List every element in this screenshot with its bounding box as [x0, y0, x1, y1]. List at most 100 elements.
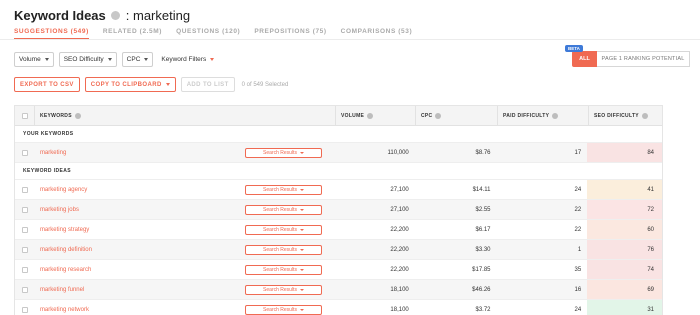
volume-cell: 22,200	[390, 246, 409, 253]
seo-difficulty-cell: 76	[587, 240, 662, 259]
row-checkbox-cell	[15, 306, 35, 313]
search-results-button[interactable]: Search Results	[245, 224, 322, 235]
info-icon[interactable]	[552, 112, 559, 119]
row-checkbox-cell	[15, 226, 35, 233]
tab-prepositions[interactable]: PREPOSITIONS (75)	[254, 28, 326, 39]
keyword-cell: marketing research Search Results	[35, 264, 335, 275]
filter-bar: Volume SEO Difficulty CPC Keyword Filter…	[14, 52, 215, 67]
seo-difficulty-cell: 60	[587, 220, 662, 239]
keyword-link[interactable]: marketing strategy	[40, 227, 89, 233]
keyword-link[interactable]: marketing network	[40, 307, 89, 313]
copy-clipboard-button[interactable]: COPY TO CLIPBOARD	[84, 77, 176, 92]
export-csv-button[interactable]: EXPORT TO CSV	[14, 77, 80, 92]
search-results-button[interactable]: Search Results	[245, 304, 322, 315]
row-checkbox-cell	[15, 186, 35, 193]
header-seo-difficulty[interactable]: SEO DIFFICULTY	[589, 106, 662, 125]
row-checkbox[interactable]	[21, 286, 28, 293]
keyword-link[interactable]: marketing jobs	[40, 207, 79, 213]
table-row: marketing Search Results 110,000 $8.76 1…	[15, 143, 662, 163]
row-checkbox[interactable]	[21, 186, 28, 193]
table-row: marketing jobs Search Results 27,100 $2.…	[15, 200, 662, 220]
row-checkbox[interactable]	[21, 149, 28, 156]
selection-count: 0 of 549 Selected	[241, 81, 289, 88]
seo-difficulty-filter-dropdown[interactable]: SEO Difficulty	[58, 52, 117, 67]
keyword-link[interactable]: marketing	[40, 150, 66, 156]
cpc-filter-label: CPC	[126, 56, 141, 63]
keyword-link[interactable]: marketing definition	[40, 247, 92, 253]
tab-related[interactable]: RELATED (2.5M)	[103, 28, 162, 39]
keyword-cell: marketing Search Results	[35, 147, 335, 158]
seo-difficulty-cell: 31	[587, 300, 662, 315]
paid-difficulty-cell: 16	[574, 286, 582, 293]
cpc-cell: $3.72	[475, 306, 491, 313]
keyword-cell: marketing funnel Search Results	[35, 284, 335, 295]
header-paid-difficulty[interactable]: PAID DIFFICULTY	[498, 106, 589, 125]
tab-suggestions[interactable]: SUGGESTIONS (549)	[14, 28, 89, 39]
keyword-link[interactable]: marketing research	[40, 267, 91, 273]
search-results-button[interactable]: Search Results	[245, 284, 322, 295]
info-icon[interactable]	[641, 112, 648, 119]
add-to-list-label: ADD TO LIST	[186, 81, 229, 88]
info-icon[interactable]	[367, 112, 374, 119]
volume-cell: 22,200	[390, 226, 409, 233]
tab-comparisons[interactable]: COMPARISONS (53)	[341, 28, 413, 39]
search-results-label: Search Results	[263, 266, 297, 273]
row-checkbox[interactable]	[21, 246, 28, 253]
keyword-cell: marketing strategy Search Results	[35, 224, 335, 235]
keyword-link[interactable]: marketing funnel	[40, 287, 84, 293]
keyword-filters-dropdown[interactable]: Keyword Filters	[161, 56, 215, 63]
search-results-button[interactable]: Search Results	[245, 184, 322, 195]
search-results-button[interactable]: Search Results	[245, 147, 322, 158]
header-volume[interactable]: VOLUME	[336, 106, 416, 125]
paid-difficulty-cell: 1	[577, 246, 582, 253]
seo-difficulty-cell: 84	[587, 143, 662, 162]
search-results-label: Search Results	[263, 149, 297, 156]
table-row: marketing funnel Search Results 18,100 $…	[15, 280, 662, 300]
info-icon[interactable]	[435, 112, 442, 119]
chevron-down-icon	[44, 58, 49, 61]
search-term: : marketing	[125, 7, 191, 23]
export-csv-label: EXPORT TO CSV	[20, 81, 74, 88]
table-row: marketing research Search Results 22,200…	[15, 260, 662, 280]
chevron-down-icon	[165, 83, 170, 86]
info-icon[interactable]	[74, 112, 81, 119]
keyword-cell: marketing jobs Search Results	[35, 204, 335, 215]
toggle-page1-button[interactable]: PAGE 1 RANKING POTENTIAL	[597, 51, 690, 67]
search-results-button[interactable]: Search Results	[245, 264, 322, 275]
search-results-label: Search Results	[263, 186, 297, 193]
add-to-list-button[interactable]: ADD TO LIST	[180, 77, 235, 92]
your-keywords-rows: marketing Search Results 110,000 $8.76 1…	[15, 143, 662, 163]
volume-filter-dropdown[interactable]: Volume	[14, 52, 54, 67]
volume-cell: 27,100	[390, 206, 409, 213]
row-checkbox[interactable]	[21, 226, 28, 233]
action-bar: EXPORT TO CSV COPY TO CLIPBOARD ADD TO L…	[14, 77, 288, 92]
row-checkbox[interactable]	[21, 306, 28, 313]
chevron-down-icon	[299, 151, 304, 154]
row-checkbox[interactable]	[21, 206, 28, 213]
info-icon[interactable]	[110, 10, 120, 20]
cpc-cell: $17.85	[472, 266, 491, 273]
tab-questions[interactable]: QUESTIONS (120)	[176, 28, 240, 39]
row-checkbox-cell	[15, 206, 35, 213]
cpc-cell: $2.55	[475, 206, 491, 213]
keyword-link[interactable]: marketing agency	[40, 187, 87, 193]
cpc-filter-dropdown[interactable]: CPC	[121, 52, 154, 67]
paid-difficulty-cell: 17	[574, 149, 582, 156]
search-results-button[interactable]: Search Results	[245, 244, 322, 255]
keyword-cell: marketing definition Search Results	[35, 244, 335, 255]
row-checkbox-cell	[15, 286, 35, 293]
select-all-checkbox[interactable]	[21, 112, 28, 119]
header-keywords[interactable]: KEYWORDS	[35, 106, 336, 125]
seo-difficulty-cell: 72	[587, 200, 662, 219]
seo-difficulty-filter-label: SEO Difficulty	[63, 56, 104, 63]
cpc-cell: $14.11	[472, 186, 491, 193]
header-cpc[interactable]: CPC	[416, 106, 498, 125]
beta-badge: BETA	[565, 45, 583, 52]
tab-bar: SUGGESTIONS (549) RELATED (2.5M) QUESTIO…	[14, 28, 426, 39]
ranking-toggle: ALL PAGE 1 RANKING POTENTIAL	[572, 51, 690, 67]
search-results-button[interactable]: Search Results	[245, 204, 322, 215]
row-checkbox[interactable]	[21, 266, 28, 273]
toggle-all-button[interactable]: ALL	[572, 51, 597, 67]
section-your-keywords: YOUR KEYWORDS	[15, 126, 662, 143]
chevron-down-icon	[299, 228, 304, 231]
